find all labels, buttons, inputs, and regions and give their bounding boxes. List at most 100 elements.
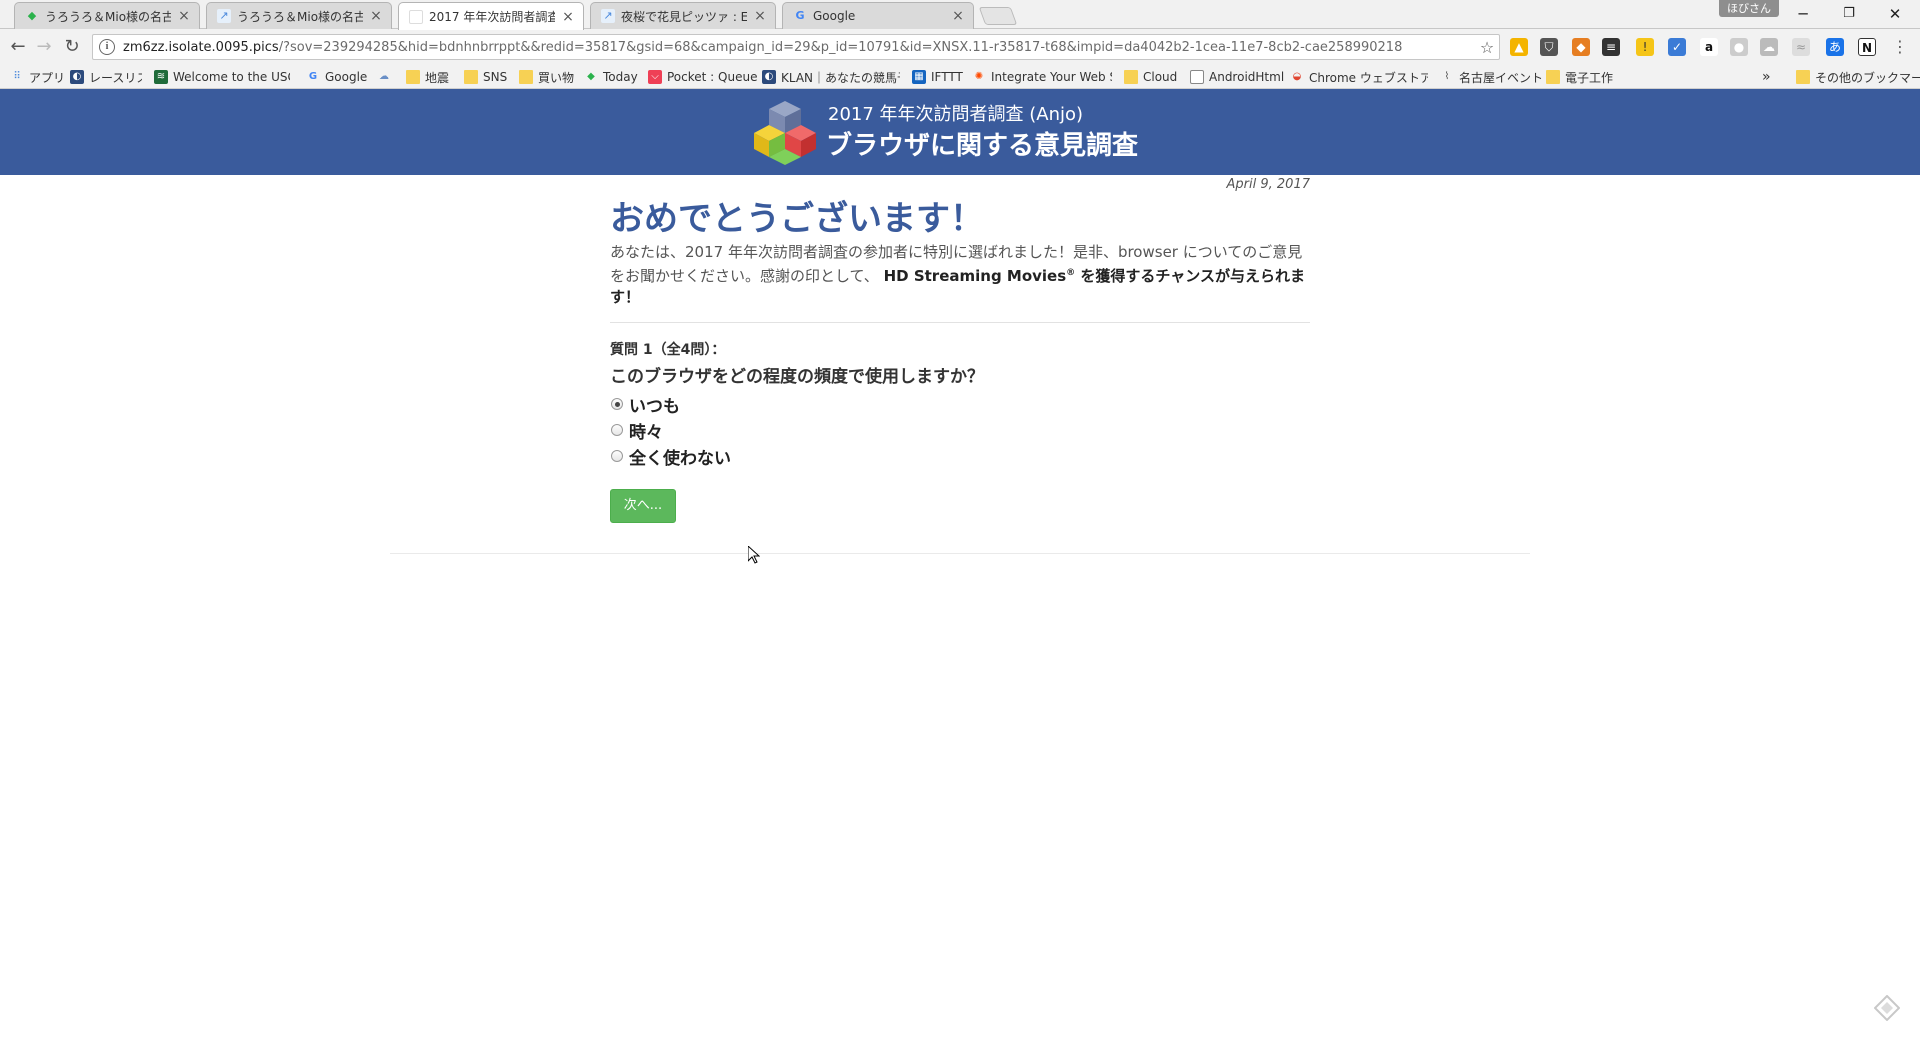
bookmark-label: Chrome ウェブストア - W — [1309, 70, 1428, 85]
back-icon[interactable]: ← — [6, 35, 30, 59]
blank-page-icon — [409, 9, 423, 24]
forward-icon[interactable]: → — [32, 35, 56, 59]
close-icon[interactable]: × — [951, 8, 965, 24]
question-number: 質問 1（全4問）： — [610, 342, 726, 358]
bookmark-cloud[interactable]: ☁ — [377, 69, 396, 85]
option-sometimes[interactable]: 時々 — [610, 419, 663, 443]
bookmark-google[interactable]: G Google — [306, 69, 367, 85]
zapier-icon: ✺ — [974, 71, 984, 82]
rss-icon[interactable]: ≈ — [1792, 38, 1810, 56]
ifttt-icon: ▦ — [912, 70, 926, 84]
bookmark-pocket[interactable]: ⌵ Pocket : Queue — [648, 69, 757, 85]
intro-prize-name: HD Streaming Movies — [883, 267, 1067, 285]
bookmark-today[interactable]: ◆ Today — [584, 69, 638, 85]
url-path: /?sov=239294285&hid=bdnhnbrrppt&&redid=3… — [278, 39, 1403, 55]
folder-icon — [464, 70, 478, 84]
warning-icon[interactable]: ! — [1636, 38, 1654, 56]
tab-strip: ◆ うろうろ＆Mio様の名古屋を × ↗ うろうろ＆Mio様の名古屋を × 20… — [0, 0, 1920, 30]
bookmark-klan[interactable]: ◐ KLAN｜あなたの競馬予 — [762, 69, 900, 85]
bookmark-zapier[interactable]: ✺ Integrate Your Web Se — [972, 69, 1112, 85]
bookmarks-overflow-button[interactable]: » — [1762, 69, 1771, 85]
banner-title: ブラウザに関する意見調査 — [826, 131, 1139, 161]
close-icon[interactable]: × — [753, 8, 767, 24]
url-host: zm6zz.isolate.0095.pics — [123, 39, 279, 55]
bookmark-label: 地震 — [425, 70, 450, 85]
feedly-icon: ◆ — [27, 9, 37, 22]
cloud-ext-icon[interactable]: ☁ — [1760, 38, 1778, 56]
chart-icon: ↗ — [217, 9, 231, 23]
usgs-icon: ≋ — [154, 70, 168, 84]
info-icon[interactable]: i — [99, 39, 115, 55]
url-text: zm6zz.isolate.0095.pics/?sov=239294285&h… — [123, 40, 1475, 55]
close-icon[interactable]: × — [177, 8, 191, 24]
profile-button[interactable]: ほびさん — [1719, 0, 1779, 17]
radio-button[interactable] — [611, 424, 623, 436]
check-icon[interactable]: ✓ — [1668, 38, 1686, 56]
extension-gray-icon[interactable]: ● — [1730, 38, 1748, 56]
feedly-corner-icon[interactable] — [1874, 995, 1900, 1021]
tab-2[interactable]: ↗ うろうろ＆Mio様の名古屋を × — [206, 2, 392, 29]
tab-5[interactable]: G Google × — [782, 2, 974, 29]
option-label: 時々 — [629, 422, 663, 443]
address-bar[interactable]: i zm6zz.isolate.0095.pics/?sov=239294285… — [92, 34, 1500, 60]
bookmark-label: 電子工作 — [1565, 70, 1614, 85]
close-icon[interactable]: × — [369, 8, 383, 24]
bookmark-apps[interactable]: ⠿ アプリ — [10, 69, 65, 85]
bookmark-label: Today — [603, 70, 638, 84]
bookmark-label: SNS — [483, 70, 508, 84]
intro-text: あなたは、2017 年年次訪問者調査の参加者に特別に選ばれました！是非、brow… — [610, 242, 1310, 308]
bookmark-label: Integrate Your Web Se — [991, 70, 1112, 84]
tab-3[interactable]: 2017 年年次訪問者調査 × — [398, 2, 584, 30]
bookmark-star-icon[interactable]: ☆ — [1475, 38, 1499, 57]
option-label: いつも — [629, 396, 680, 417]
next-button[interactable]: 次へ... — [610, 489, 676, 523]
bookmark-folder-sns[interactable]: SNS — [464, 69, 507, 85]
page-title: おめでとうございます！ — [610, 199, 984, 239]
apps-grid-icon: ⠿ — [13, 71, 21, 82]
drive-icon[interactable]: ▲ — [1510, 38, 1528, 56]
notion-icon[interactable]: N — [1858, 38, 1876, 56]
bookmark-androidhtml[interactable]: AndroidHtml — [1190, 69, 1284, 85]
bookmark-label: Cloud — [1143, 70, 1178, 84]
today-icon: ◆ — [587, 71, 595, 82]
option-never[interactable]: 全く使わない — [610, 445, 731, 469]
minimize-icon[interactable]: ─ — [1780, 0, 1826, 28]
bookmark-webstore[interactable]: ◒ Chrome ウェブストア - W — [1290, 69, 1428, 85]
buffer-icon[interactable]: ≡ — [1602, 38, 1620, 56]
bookmark-label: AndroidHtml — [1209, 70, 1285, 84]
klan-icon: ◐ — [762, 70, 776, 84]
page-icon — [1190, 70, 1204, 84]
folder-icon — [1546, 70, 1560, 84]
radio-button-checked[interactable] — [611, 398, 623, 410]
survey-date: April 9, 2017 — [1226, 177, 1310, 192]
menu-icon[interactable]: ⋮ — [1888, 35, 1912, 59]
bookmark-nagoya-events[interactable]: ⌇ 名古屋イベント — [1440, 69, 1543, 85]
bookmark-ifttt[interactable]: ▦ IFTTT — [912, 69, 963, 85]
pocket-icon[interactable]: ⛉ — [1540, 38, 1558, 56]
google-icon: G — [308, 71, 318, 82]
bookmark-folder-shopping[interactable]: 買い物 — [519, 69, 574, 85]
bookmarks-bar: ⠿ アプリ ◐ レースリスト ≋ Welcome to the USGS G Googl… — [0, 65, 1920, 89]
amazon-icon[interactable]: a — [1700, 38, 1718, 56]
translate-icon[interactable]: あ — [1826, 38, 1844, 56]
reload-icon[interactable]: ↻ — [60, 35, 84, 59]
chart-icon: ↗ — [601, 9, 615, 23]
other-bookmarks[interactable]: その他のブックマーク — [1796, 69, 1920, 85]
extension-icon[interactable]: ◆ — [1572, 38, 1590, 56]
mouse-cursor-icon — [748, 546, 760, 564]
new-tab-button[interactable] — [978, 7, 1018, 25]
option-always[interactable]: いつも — [610, 393, 680, 417]
bookmark-usgs[interactable]: ≋ Welcome to the USGS — [154, 69, 290, 85]
bookmark-label: KLAN｜あなたの競馬予 — [781, 70, 900, 85]
close-icon[interactable]: × — [561, 9, 575, 25]
close-window-icon[interactable]: ✕ — [1872, 0, 1918, 28]
bookmark-race-list[interactable]: ◐ レースリスト — [70, 69, 142, 85]
radio-button[interactable] — [611, 450, 623, 462]
tab-1[interactable]: ◆ うろうろ＆Mio様の名古屋を × — [14, 2, 200, 29]
restore-icon[interactable]: ❐ — [1826, 0, 1872, 28]
bookmark-folder-jishin[interactable]: 地震 — [406, 69, 449, 85]
bookmark-folder-electronics[interactable]: 電子工作 — [1546, 69, 1613, 85]
tab-label: 2017 年年次訪問者調査 — [429, 10, 555, 24]
tab-4[interactable]: ↗ 夜桜で花見ピッツァ : Eat and × — [590, 2, 776, 29]
bookmark-folder-cloud[interactable]: Cloud — [1124, 69, 1177, 85]
